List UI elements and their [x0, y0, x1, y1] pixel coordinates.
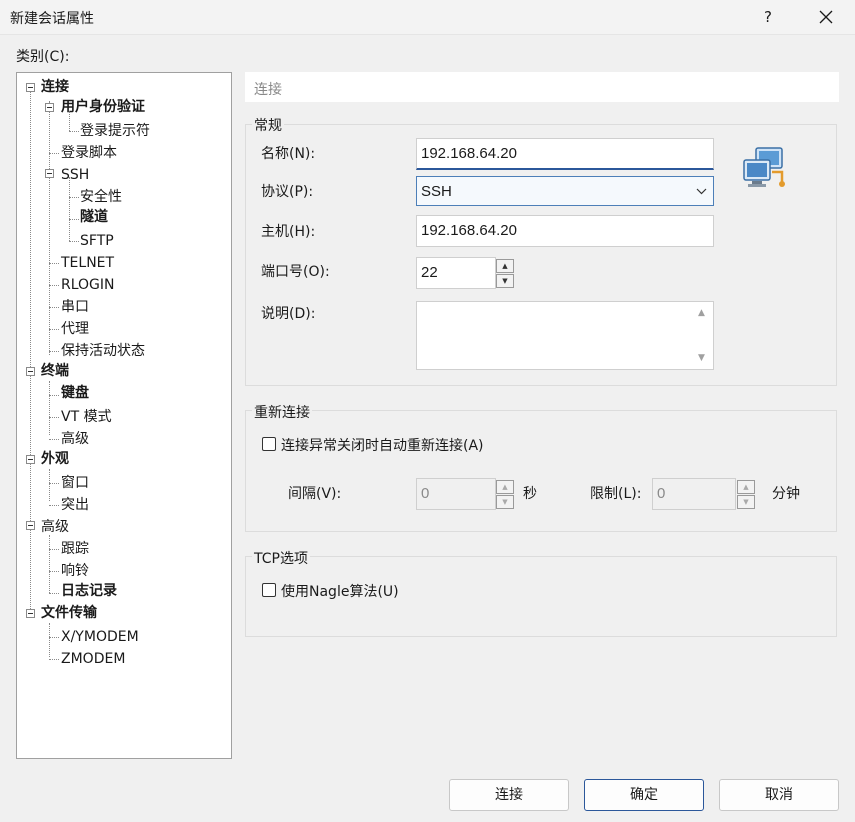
tree-item-tunnel[interactable]: 隧道	[80, 207, 108, 227]
reconnect-legend: 重新连接	[252, 402, 312, 422]
tree-item-rlogin[interactable]: RLOGIN	[61, 275, 115, 295]
tree-item-trace[interactable]: 跟踪	[61, 539, 89, 559]
protocol-select[interactable]: SSH	[416, 176, 714, 206]
tree-item-zmodem[interactable]: ZMODEM	[61, 649, 125, 669]
description-textarea[interactable]	[416, 301, 714, 370]
expander-icon[interactable]	[45, 169, 54, 178]
tree-item-vt-mode[interactable]: VT 模式	[61, 407, 112, 427]
tree-item-user-auth[interactable]: 用户身份验证	[61, 97, 145, 117]
tree-item-advanced[interactable]: 高级	[41, 517, 69, 537]
tcp-legend: TCP选项	[252, 548, 310, 568]
expander-icon[interactable]	[26, 367, 35, 376]
protocol-label: 协议(P):	[261, 184, 314, 200]
host-input[interactable]: 192.168.64.20	[416, 215, 714, 247]
tree-item-keepalive[interactable]: 保持活动状态	[61, 341, 145, 361]
interval-label: 间隔(V):	[288, 486, 342, 502]
tree-item-bell[interactable]: 响铃	[61, 561, 89, 581]
tree-item-security[interactable]: 安全性	[80, 187, 122, 207]
limit-up-button[interactable]: ▲	[737, 480, 755, 494]
limit-label: 限制(L):	[590, 486, 642, 502]
seconds-unit: 秒	[523, 486, 537, 502]
nagle-label[interactable]: 使用Nagle算法(U)	[281, 581, 399, 601]
port-down-button[interactable]: ▼	[496, 274, 514, 288]
expander-icon[interactable]	[26, 609, 35, 618]
tree-item-highlight[interactable]: 突出	[61, 495, 89, 515]
interval-input[interactable]: 0	[416, 478, 496, 510]
chevron-down-icon	[696, 188, 707, 195]
title-bar	[0, 0, 855, 35]
port-up-button[interactable]: ▲	[496, 259, 514, 273]
minutes-unit: 分钟	[772, 486, 800, 502]
auto-reconnect-label[interactable]: 连接异常关闭时自动重新连接(A)	[281, 435, 484, 455]
tree-item-login-script[interactable]: 登录脚本	[61, 143, 117, 163]
category-tree[interactable]: 连接 用户身份验证 登录提示符 登录脚本 SSH 安全性 隧道 SFTP TEL…	[16, 72, 232, 759]
protocol-value: SSH	[421, 183, 452, 200]
connect-button[interactable]: 连接	[449, 779, 569, 811]
limit-down-button[interactable]: ▼	[737, 495, 755, 509]
close-icon	[819, 10, 833, 24]
expander-icon[interactable]	[45, 103, 54, 112]
interval-down-button[interactable]: ▼	[496, 495, 514, 509]
tree-item-terminal[interactable]: 终端	[41, 361, 69, 381]
tree-item-telnet[interactable]: TELNET	[61, 253, 114, 273]
auto-reconnect-checkbox[interactable]	[262, 437, 276, 451]
port-label: 端口号(O):	[261, 264, 330, 280]
tree-item-connection[interactable]: 连接	[41, 77, 69, 97]
interval-up-button[interactable]: ▲	[496, 480, 514, 494]
tree-item-window[interactable]: 窗口	[61, 473, 89, 493]
page-header	[245, 72, 839, 102]
tree-item-file-transfer[interactable]: 文件传输	[41, 603, 97, 623]
port-input[interactable]: 22	[416, 257, 496, 289]
tree-item-serial[interactable]: 串口	[61, 297, 89, 317]
tree-item-proxy[interactable]: 代理	[61, 319, 89, 339]
tree-item-keyboard[interactable]: 键盘	[61, 383, 89, 403]
scroll-up-icon[interactable]: ▲	[698, 308, 705, 318]
cancel-button[interactable]: 取消	[719, 779, 839, 811]
network-computers-icon	[743, 147, 785, 187]
name-input[interactable]: 192.168.64.20	[416, 138, 714, 170]
page-title: 连接	[254, 82, 282, 98]
name-label: 名称(N):	[261, 146, 316, 162]
limit-input[interactable]: 0	[652, 478, 736, 510]
nagle-checkbox[interactable]	[262, 583, 276, 597]
general-legend: 常规	[252, 115, 284, 135]
close-button[interactable]	[806, 0, 846, 34]
tree-item-terminal-advanced[interactable]: 高级	[61, 429, 89, 449]
host-label: 主机(H):	[261, 224, 316, 240]
ok-button[interactable]: 确定	[584, 779, 704, 811]
expander-icon[interactable]	[26, 521, 35, 530]
help-button[interactable]: ?	[750, 0, 786, 34]
tree-item-xymodem[interactable]: X/YMODEM	[61, 627, 139, 647]
window-title: 新建会话属性	[10, 11, 94, 27]
expander-icon[interactable]	[26, 455, 35, 464]
expander-icon[interactable]	[26, 83, 35, 92]
description-label: 说明(D):	[261, 306, 316, 322]
reconnect-group	[245, 410, 837, 532]
tree-item-logging[interactable]: 日志记录	[61, 581, 117, 601]
tree-item-sftp[interactable]: SFTP	[80, 231, 114, 251]
category-label: 类别(C):	[16, 49, 70, 65]
scroll-down-icon[interactable]: ▼	[698, 353, 705, 363]
tree-item-appearance[interactable]: 外观	[41, 449, 69, 469]
tree-item-ssh[interactable]: SSH	[61, 165, 89, 185]
tree-item-login-prompt[interactable]: 登录提示符	[80, 121, 150, 141]
